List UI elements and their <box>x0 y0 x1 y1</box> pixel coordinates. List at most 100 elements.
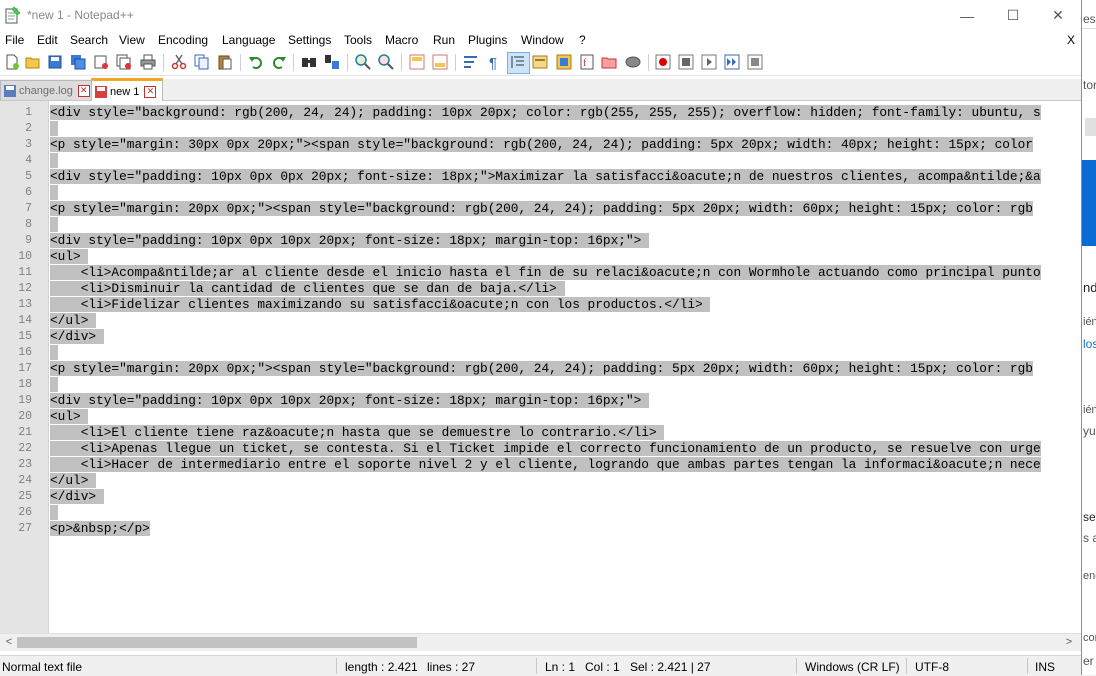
selected-text: <li>Apenas llegue un ticket, se contesta… <box>50 441 1041 456</box>
code-line[interactable]: <div style="padding: 10px 0px 10px 20px;… <box>50 393 649 409</box>
save-macro-icon[interactable] <box>747 54 763 70</box>
menu-search[interactable]: Search <box>70 33 108 47</box>
menu-run[interactable]: Run <box>433 33 455 47</box>
close-window-button[interactable]: ✕ <box>1035 0 1081 31</box>
background-blue-block <box>1082 160 1096 246</box>
background-text: se <box>1083 510 1096 524</box>
status-separator <box>536 658 537 674</box>
tab-change-log[interactable]: change.log ✕ <box>0 80 92 100</box>
stop-macro-icon[interactable] <box>678 54 694 70</box>
code-line[interactable]: <li>Acompa&ntilde;ar al cliente desde el… <box>50 265 1041 281</box>
redo-icon[interactable] <box>271 54 287 70</box>
code-line[interactable]: <li>Hacer de intermediario entre el sopo… <box>50 457 1041 473</box>
code-line[interactable]: <p style="margin: 30px 0px 20px;"><span … <box>50 137 1033 153</box>
background-block <box>1085 118 1096 136</box>
undo-icon[interactable] <box>248 54 264 70</box>
code-line[interactable]: </div> <box>50 329 104 345</box>
status-encoding[interactable]: UTF-8 <box>915 660 949 674</box>
tab-new-1[interactable]: new 1 ✕ <box>91 78 163 103</box>
paste-icon[interactable] <box>217 54 233 70</box>
background-text: ién <box>1083 404 1096 416</box>
code-line[interactable]: <li>El cliente tiene raz&oacute;n hasta … <box>50 425 665 441</box>
menu-window[interactable]: Window <box>521 33 564 47</box>
zoom-out-icon[interactable] <box>378 54 394 70</box>
menu-view[interactable]: View <box>119 33 145 47</box>
code-line[interactable]: <ul> <box>50 249 89 265</box>
menu-encoding[interactable]: Encoding <box>158 33 208 47</box>
save-all-icon[interactable] <box>70 54 86 70</box>
status-insert-mode[interactable]: INS <box>1035 660 1055 674</box>
selected-text: <p>&nbsp;</p> <box>50 521 150 536</box>
line-number: 23 <box>18 458 32 471</box>
menu-language[interactable]: Language <box>222 33 275 47</box>
folder-workspace-icon[interactable] <box>601 54 617 70</box>
minimize-button[interactable]: — <box>944 0 990 31</box>
code-line[interactable]: <li>Fidelizar clientes maximizando su sa… <box>50 297 711 313</box>
open-file-icon[interactable] <box>25 54 41 70</box>
code-line[interactable]: <p style="margin: 20px 0px;"><span style… <box>50 201 1033 217</box>
record-macro-icon[interactable] <box>655 54 671 70</box>
menu-file[interactable]: File <box>5 33 24 47</box>
code-line[interactable]: <p>&nbsp;</p> <box>50 521 150 537</box>
print-icon[interactable] <box>140 54 156 70</box>
code-line[interactable] <box>50 153 58 169</box>
status-eol[interactable]: Windows (CR LF) <box>805 660 900 674</box>
code-line[interactable] <box>50 377 58 393</box>
code-line[interactable] <box>50 345 58 361</box>
menu-tools[interactable]: Tools <box>344 33 372 47</box>
menu-macro[interactable]: Macro <box>385 33 418 47</box>
menu-help[interactable]: ? <box>579 33 586 47</box>
code-line[interactable]: </ul> <box>50 473 97 489</box>
toolbar-separator <box>163 54 164 71</box>
save-icon[interactable] <box>47 54 63 70</box>
function-list-icon[interactable]: f <box>579 54 595 70</box>
replace-icon[interactable] <box>324 54 340 70</box>
show-all-chars-icon[interactable]: ¶ <box>486 54 502 70</box>
scrollbar-thumb[interactable] <box>17 637 417 648</box>
horizontal-scrollbar[interactable]: < > <box>0 633 1081 651</box>
line-number: 18 <box>18 378 32 391</box>
scroll-right-icon[interactable]: > <box>1061 635 1077 650</box>
word-wrap-icon[interactable] <box>463 54 479 70</box>
scroll-left-icon[interactable]: < <box>1 635 17 650</box>
code-line[interactable] <box>50 505 58 521</box>
menu-plugins[interactable]: Plugins <box>468 33 507 47</box>
close-all-icon[interactable] <box>116 54 132 70</box>
new-file-icon[interactable] <box>4 54 20 70</box>
maximize-button[interactable]: ☐ <box>990 0 1036 31</box>
close-icon[interactable] <box>93 54 109 70</box>
close-document-button[interactable]: X <box>1067 33 1075 47</box>
cut-icon[interactable] <box>171 54 187 70</box>
tab-close-icon[interactable]: ✕ <box>77 84 90 97</box>
code-line[interactable]: </div> <box>50 489 104 505</box>
selected-text: <p style="margin: 20px 0px;"><span style… <box>50 201 1033 216</box>
code-line[interactable]: <div style="padding: 10px 0px 10px 20px;… <box>50 233 649 249</box>
code-line[interactable]: <ul> <box>50 409 89 425</box>
indent-guide-icon[interactable] <box>510 54 526 70</box>
code-line[interactable]: <li>Apenas llegue un ticket, se contesta… <box>50 441 1041 457</box>
code-line[interactable]: <li>Disminuir la cantidad de clientes qu… <box>50 281 565 297</box>
play-macro-icon[interactable] <box>701 54 717 70</box>
monitoring-icon[interactable] <box>625 54 641 70</box>
find-icon[interactable] <box>301 54 317 70</box>
sync-horizontal-icon[interactable] <box>432 54 448 70</box>
status-separator <box>1027 658 1028 674</box>
copy-icon[interactable] <box>194 54 210 70</box>
zoom-in-icon[interactable] <box>355 54 371 70</box>
code-line[interactable] <box>50 121 58 137</box>
code-line[interactable]: <div style="background: rgb(200, 24, 24)… <box>50 105 1041 121</box>
sync-vertical-icon[interactable] <box>409 54 425 70</box>
text-editor[interactable]: 1 2 3 4 5 6 7 8 9 10 11 12 13 14 15 16 17 18 19 20 21 22 23 24 2… <box>0 101 1081 633</box>
notepadpp-window: *new 1 - Notepad++ — ☐ ✕ File Edit Searc… <box>0 0 1082 676</box>
doc-map-icon[interactable] <box>556 54 572 70</box>
menu-edit[interactable]: Edit <box>37 33 58 47</box>
code-line[interactable] <box>50 217 58 233</box>
menu-settings[interactable]: Settings <box>288 33 331 47</box>
code-line[interactable] <box>50 185 58 201</box>
run-macro-multiple-icon[interactable] <box>724 54 740 70</box>
code-line[interactable]: </ul> <box>50 313 97 329</box>
code-line[interactable]: <div style="padding: 10px 0px 0px 20px; … <box>50 169 1041 185</box>
code-line[interactable]: <p style="margin: 20px 0px;"><span style… <box>50 361 1033 377</box>
tab-close-icon[interactable]: ✕ <box>144 86 157 98</box>
udl-icon[interactable] <box>532 54 548 70</box>
